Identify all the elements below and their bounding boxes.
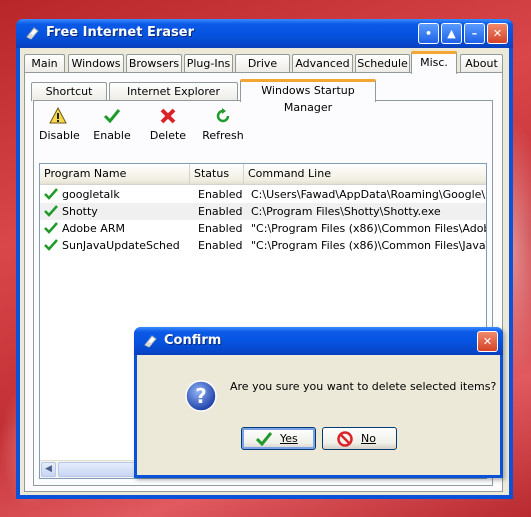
list-header: Program Name Status Command Line <box>40 164 486 185</box>
program-command: C:\Program Files\Shotty\Shotty.exe <box>251 205 441 218</box>
tab-plug-ins[interactable]: Plug-Ins <box>184 54 233 73</box>
red-x-icon <box>160 108 176 124</box>
checkmark-icon <box>44 239 58 251</box>
tab-misc[interactable]: Misc. <box>411 51 457 74</box>
program-command: "C:\Program Files (x86)\Common Files\Ado… <box>251 222 486 235</box>
checkmark-icon <box>44 188 58 200</box>
dialog-message: Are you sure you want to delete selected… <box>230 380 497 393</box>
dialog-close-button[interactable]: ✕ <box>477 331 498 352</box>
warning-icon <box>49 107 67 124</box>
scroll-left-arrow-icon[interactable]: ◀ <box>41 462 56 477</box>
question-icon: ? <box>185 380 217 412</box>
triangle-up-icon: ▲ <box>447 27 456 40</box>
rollup-button[interactable]: ▲ <box>441 23 462 44</box>
dialog-title: Confirm <box>164 333 222 348</box>
dialog-client: ? Are you sure you want to delete select… <box>137 355 500 475</box>
title-bar[interactable]: Free Internet Eraser • ▲ – ✕ <box>16 19 513 48</box>
program-status: Enabled <box>198 222 243 235</box>
dialog-title-bar[interactable]: Confirm ✕ <box>134 327 503 355</box>
program-command: "C:\Program Files (x86)\Common Files\Jav… <box>251 239 486 252</box>
program-name: Adobe ARM <box>62 222 125 235</box>
minimize-icon: – <box>471 27 478 40</box>
refresh-icon <box>216 108 230 123</box>
checkmark-icon <box>44 205 58 217</box>
dot-icon: • <box>424 27 433 40</box>
extra-title-button[interactable]: • <box>418 23 439 44</box>
tab-advanced[interactable]: Advanced <box>292 54 353 73</box>
table-row[interactable]: Adobe ARM Enabled "C:\Program Files (x86… <box>40 220 486 237</box>
program-name: googletalk <box>62 188 120 201</box>
enable-button[interactable]: Enable <box>93 107 131 142</box>
delete-button[interactable]: Delete <box>149 107 187 142</box>
refresh-button[interactable]: Refresh <box>200 107 246 142</box>
no-label: No <box>361 432 376 445</box>
tab-windows-startup-manager[interactable]: Windows Startup Manager <box>240 79 376 114</box>
close-icon: ✕ <box>482 335 493 348</box>
column-header-program-name[interactable]: Program Name <box>40 164 190 184</box>
enable-label: Enable <box>93 129 131 142</box>
tab-main[interactable]: Main <box>24 54 65 73</box>
yes-button[interactable]: Yes <box>241 427 316 450</box>
program-name: Shotty <box>62 205 98 218</box>
svg-text:?: ? <box>195 384 207 408</box>
checkmark-icon <box>103 109 121 124</box>
table-row[interactable]: SunJavaUpdateSched Enabled "C:\Program F… <box>40 237 486 254</box>
tab-browsers[interactable]: Browsers <box>126 54 182 73</box>
tab-internet-explorer-settings[interactable]: Internet Explorer Settings <box>109 82 238 115</box>
disable-label: Disable <box>39 129 80 142</box>
program-status: Enabled <box>198 239 243 252</box>
checkmark-icon <box>44 222 58 234</box>
refresh-label: Refresh <box>202 129 244 142</box>
tab-drive-ops[interactable]: Drive Ops <box>235 54 290 87</box>
delete-label: Delete <box>149 129 187 142</box>
no-button[interactable]: No <box>322 427 397 450</box>
checkmark-icon <box>256 432 272 447</box>
no-sign-icon <box>337 431 353 447</box>
program-command: C:\Users\Fawad\AppData\Roaming\Google\..… <box>251 188 486 201</box>
table-row[interactable]: googletalk Enabled C:\Users\Fawad\AppDat… <box>40 186 486 203</box>
confirm-dialog: Confirm ✕ ? Are you sure you want to del… <box>134 327 503 478</box>
table-row[interactable]: Shotty Enabled C:\Program Files\Shotty\S… <box>40 203 486 220</box>
window-title: Free Internet Eraser <box>46 25 194 40</box>
disable-button[interactable]: Disable <box>39 107 80 142</box>
tab-shortcut-keys[interactable]: Shortcut Keys <box>31 82 107 115</box>
close-icon: ✕ <box>492 27 503 40</box>
eraser-app-icon <box>26 27 39 40</box>
yes-label: Yes <box>280 432 298 445</box>
column-header-status[interactable]: Status <box>190 164 244 184</box>
program-name: SunJavaUpdateSched <box>62 239 180 252</box>
program-status: Enabled <box>198 188 243 201</box>
column-header-command-line[interactable]: Command Line <box>244 164 486 184</box>
eraser-app-icon <box>144 335 157 348</box>
tab-windows[interactable]: Windows <box>68 54 124 73</box>
tab-about[interactable]: About <box>460 54 503 73</box>
close-button[interactable]: ✕ <box>487 23 508 44</box>
minimize-button[interactable]: – <box>464 23 485 44</box>
program-status: Enabled <box>198 205 243 218</box>
tab-schedule[interactable]: Schedule <box>355 54 410 73</box>
